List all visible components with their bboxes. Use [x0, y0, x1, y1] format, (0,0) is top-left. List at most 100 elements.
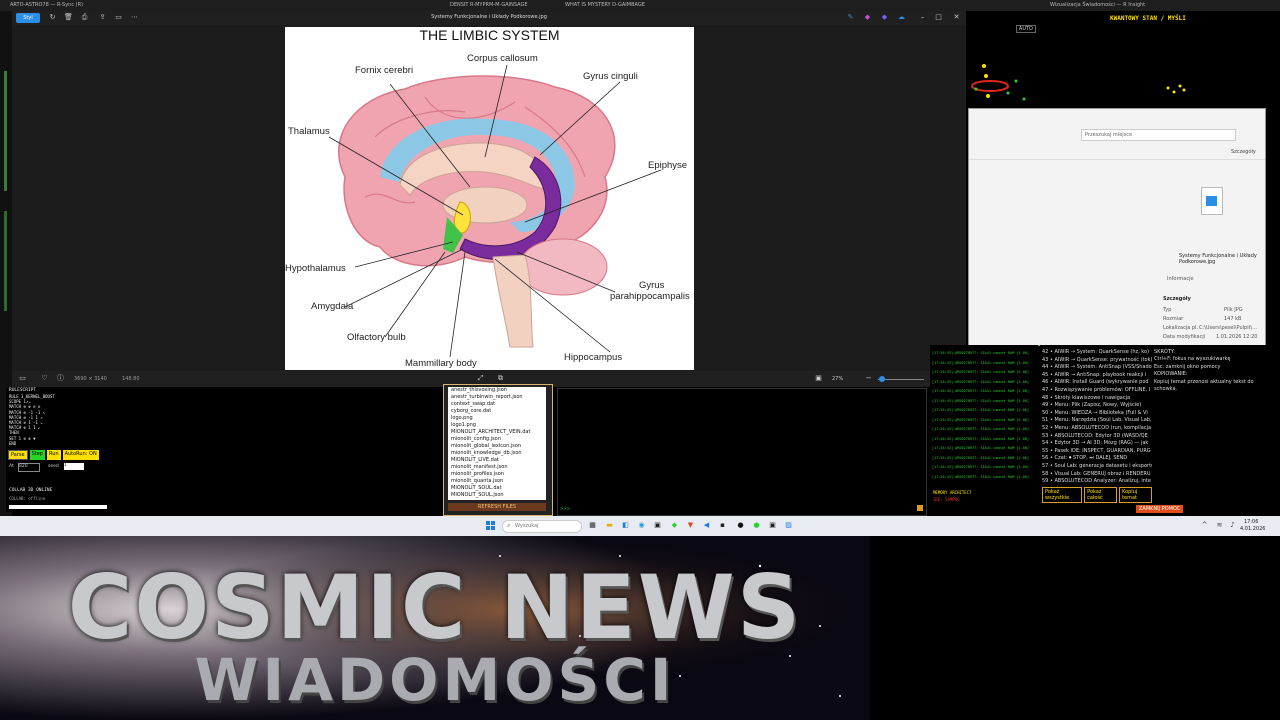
maximize-icon[interactable]: □ — [934, 13, 943, 22]
help-topic-item[interactable]: 52 • Menu: ABSOLUTECOD (run, kompilacja — [1042, 425, 1152, 433]
help-topic-item[interactable]: 50 • Menu: WIEDZA → Biblioteka (Full & V… — [1042, 410, 1152, 418]
help-topic-item[interactable]: 46 • AIWIR: Install Guard (wykrywanie po… — [1042, 379, 1152, 387]
copy-topic-button[interactable]: Kopiuj temat — [1119, 487, 1153, 503]
help-topic-item[interactable]: 51 • Menu: Narzędzia (Soul Lab, Visual L… — [1042, 417, 1152, 425]
zoom-out-icon[interactable]: − — [864, 374, 873, 383]
autorun-toggle[interactable]: AutoRun: ON — [62, 450, 99, 460]
help-topic-item[interactable]: 42 • AIWIR → System: QuarkSense (hz, ko) — [1042, 349, 1152, 357]
crop-icon[interactable]: ⧉ — [496, 374, 505, 383]
clock-time[interactable]: 17:06 — [1244, 519, 1258, 525]
image-size: 148.80 — [122, 376, 140, 382]
show-whole-button[interactable]: Pokaż całość — [1084, 487, 1118, 503]
filmstrip-icon[interactable]: ▭ — [18, 374, 27, 383]
show-all-button[interactable]: Pokaż wszystkie — [1042, 487, 1083, 503]
dialog-file-sub[interactable]: Informacje — [1167, 276, 1194, 282]
obs-icon[interactable]: ● — [736, 521, 745, 530]
refresh-files-button[interactable]: REFRESH FILES — [448, 503, 546, 511]
dialog-details-tab[interactable]: Szczegóły — [1231, 149, 1256, 155]
file-item[interactable]: mionolit_quanta.json — [451, 478, 546, 485]
help-topic-item[interactable]: 44 • AIWIR → System: AntiSnap (VSS/Shado… — [1042, 364, 1152, 372]
help-topic-item[interactable]: 55 • Pasek IDE: INSPECT, GUARDIAN, PURG — [1042, 448, 1152, 456]
favorite-icon[interactable]: ♡ — [40, 374, 49, 383]
app-dark-icon[interactable]: ▪ — [718, 521, 727, 530]
taskbar: ⌕ Wyszukaj ▦ ▬ ◧ ◉ ▣ ◆ ▼ ◀ ▪ ● ● ▣ ▨ ^ ≋… — [0, 516, 1280, 536]
help-topic-item[interactable]: 49 • Menu: Plik (Zapisz, Nowy, Wyjście) — [1042, 402, 1152, 410]
bg-tab-3[interactable]: WHAT IS MYSTERY D-GAIMBAGE — [555, 0, 765, 11]
designer-icon[interactable]: ◆ — [880, 13, 889, 22]
parse-button[interactable]: Parse — [8, 450, 28, 460]
file-item[interactable]: MIONOLIT_SOUL.dat — [451, 485, 546, 492]
run-button[interactable]: Run — [46, 450, 61, 460]
bg-tab-2[interactable]: DENSIT R-MYPRM-M-GAINSAGE — [440, 0, 560, 11]
photos-icon[interactable]: ▨ — [784, 521, 793, 530]
taskbar-search[interactable]: ⌕ Wyszukaj — [502, 520, 582, 533]
app-green-icon[interactable]: ◆ — [670, 521, 679, 530]
copilot-icon[interactable]: ◆ — [863, 13, 872, 22]
minimize-icon[interactable]: – — [918, 13, 927, 22]
log-footer-2: IDE: SAMPRO — [933, 497, 960, 502]
detail-key-3: Data modyfikacji — [1163, 334, 1206, 340]
edge-icon[interactable]: ◉ — [637, 521, 646, 530]
terminal-send-icon[interactable] — [917, 505, 923, 511]
onedrive-icon[interactable]: ☁ — [897, 13, 906, 22]
help-topic-item[interactable]: 59 • ABSOLUTECOD Analyzer: Analizuj, int… — [1042, 478, 1152, 486]
file-item[interactable]: mionolit_global_lexicon.json — [451, 443, 546, 450]
info-icon[interactable]: ⓘ — [56, 374, 65, 383]
file-item[interactable]: cyborg_core.dat — [451, 408, 546, 415]
dialog-search-input[interactable]: Przeszukaj miejsce — [1081, 129, 1236, 141]
file-item[interactable]: mionolit_profiles.json — [451, 471, 546, 478]
brave-icon[interactable]: ▼ — [686, 521, 695, 530]
viewer-window-title: Systemy Funkcjonalne i Układy Podkorowe.… — [431, 14, 547, 20]
zoom-slider-thumb[interactable] — [879, 376, 885, 382]
file-item[interactable]: logo1.png — [451, 422, 546, 429]
app-chat-icon[interactable]: ● — [752, 521, 761, 530]
help-topic-item[interactable]: 54 • Edytor 3D → AI 3D: Mózg (RAG) — jak — [1042, 440, 1152, 448]
help-topic-item[interactable]: 53 • ABSOLUTECOD: Edytor 3D (WASD/QE — [1042, 433, 1152, 441]
wifi-icon[interactable]: ≋ — [1215, 521, 1224, 530]
help-topic-item[interactable]: 47 • Rozwiązywanie problemów: OFFLINE, I — [1042, 387, 1152, 395]
edit-icon[interactable]: ✎ — [846, 13, 855, 22]
clock-date[interactable]: 4.01.2026 — [1240, 526, 1265, 532]
files-list[interactable]: anestr_thisvoxing.json anestr_turbinwin_r… — [448, 387, 546, 500]
file-item[interactable]: MIONOLIT_ARCHITECT_VEIN.dat — [451, 429, 546, 436]
collab-input[interactable] — [9, 505, 107, 509]
help-topic-item[interactable]: 45 • AIWIR → AntiSnap: playbook reakcji … — [1042, 372, 1152, 380]
terminal-app-icon[interactable]: ▣ — [653, 521, 662, 530]
help-topic-item[interactable]: 56 • Czat: ⏺ STOP, ⏭ DALEJ, SEND — [1042, 455, 1152, 463]
file-item[interactable]: anestr_thisvoxing.json — [451, 387, 546, 394]
file-item[interactable]: mionolit_config.json — [451, 436, 546, 443]
rulescript-editor[interactable]: RULE 3_KERNEL_BOOST SCOPE 1↗↘ MATCH ⊕ ⊗ ⊘ … — [9, 394, 104, 448]
terminal-prompt[interactable]: >>> — [560, 506, 570, 511]
seed-input[interactable]: 1 — [64, 463, 84, 470]
file-item[interactable]: mionolit_manifest.json — [451, 464, 546, 471]
explorer-icon[interactable]: ▬ — [605, 521, 614, 530]
actual-size-icon[interactable]: ▣ — [814, 374, 823, 383]
file-item[interactable]: mionolit_knowledge_db.json — [451, 450, 546, 457]
task-view-icon[interactable]: ▦ — [588, 521, 597, 530]
start-icon[interactable] — [486, 521, 495, 530]
store-icon[interactable]: ◧ — [621, 521, 630, 530]
file-item[interactable]: logo.png — [451, 415, 546, 422]
app-camera-icon[interactable]: ▣ — [768, 521, 777, 530]
fit-icon[interactable]: ⤢ — [476, 374, 485, 383]
file-item[interactable]: MIONOLIT_SOUL.json — [451, 492, 546, 499]
bg-tab-1[interactable]: ARTO-ASTRO78 — R-Sync (R) — [0, 0, 220, 11]
help-topic-item[interactable]: 43 • AIWIR → QuarkSense: prywatność (tok… — [1042, 357, 1152, 365]
help-topic-item[interactable]: 58 • Visual Lab: GENERUJ obraz i RENDERU — [1042, 471, 1152, 479]
collab-status: COLLAB: offline — [9, 496, 46, 501]
close-help-button[interactable]: ZAMKNIJ POMOC — [1136, 505, 1184, 513]
file-item[interactable]: context_swap.dat — [451, 401, 546, 408]
file-item[interactable]: MIONOLIT_LIVE.dat — [451, 457, 546, 464]
label-gyrus-para-2: parahippocampalis — [610, 291, 690, 302]
at-input[interactable]: 820 — [18, 463, 40, 472]
tray-chevron-icon[interactable]: ^ — [1200, 521, 1209, 530]
quantum-dots — [1166, 84, 1186, 94]
file-item[interactable]: anestr_turbinwin_report.json — [451, 394, 546, 401]
bg-tab-4[interactable]: Wizualizacja Świadomości — R Insight — [1040, 0, 1280, 11]
volume-icon[interactable]: ♪ — [1228, 521, 1237, 530]
seed-label: seed — [48, 464, 59, 469]
close-icon[interactable]: ✕ — [952, 13, 961, 22]
help-topic-item[interactable]: 57 • Soul Lab: generacja datasetu i eksp… — [1042, 463, 1152, 471]
vscode-icon[interactable]: ◀ — [702, 521, 711, 530]
step-button[interactable]: Step — [29, 450, 45, 460]
